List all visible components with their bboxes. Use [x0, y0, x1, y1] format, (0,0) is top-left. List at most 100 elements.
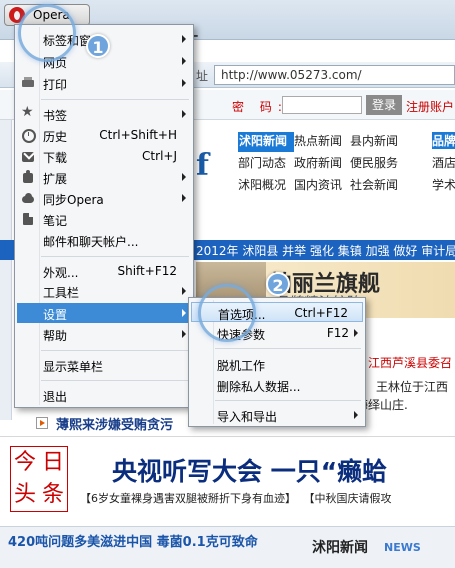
- password-label: 密 码:: [232, 100, 288, 114]
- badge-char: 今: [13, 450, 36, 475]
- submenu-arrow-icon: [182, 194, 186, 202]
- menu-item-label: 打印: [43, 78, 68, 92]
- menu-item-label: 外观...: [43, 266, 79, 280]
- menu-item-shortcut: Ctrl+J: [142, 149, 177, 163]
- nav-link[interactable]: 沭阳概况: [238, 176, 294, 196]
- menu-item-toolbars[interactable]: 工具栏: [17, 281, 191, 301]
- step-2-badge: 2: [266, 272, 290, 296]
- menu-item-sync[interactable]: 同步Opera: [17, 188, 191, 208]
- submenu-arrow-icon: [182, 79, 186, 87]
- menu-separator: [215, 348, 361, 349]
- submenu-arrow-icon: [354, 329, 358, 337]
- menu-item-label: 笔记: [43, 214, 68, 228]
- bottom-headline-link[interactable]: 420吨问题多美滋进中国 毒菌0.1克可致命: [8, 531, 258, 550]
- menu-item-work-offline[interactable]: 脱机工作: [191, 354, 363, 374]
- sub-headline-link[interactable]: 【中秋国庆请假攻: [304, 492, 392, 505]
- download-icon: [21, 149, 35, 163]
- nav-row: 沭阳概况 国内资讯 社会新闻: [238, 176, 406, 196]
- submenu-arrow-icon: [182, 173, 186, 181]
- menu-item-delete-private-data[interactable]: 删除私人数据...: [191, 375, 363, 395]
- menu-separator: [41, 256, 189, 257]
- step-1-highlight-ring: [18, 4, 76, 62]
- menu-item-label: 导入和导出: [217, 410, 278, 424]
- menu-item-shortcut: Shift+F12: [117, 264, 177, 278]
- play-icon: [36, 417, 48, 429]
- nav-link[interactable]: 部门动态: [238, 154, 294, 174]
- address-label: 址: [196, 69, 209, 83]
- section-title: 沭阳新闻: [312, 540, 368, 556]
- nav-row: 沭阳新闻 热点新闻 县内新闻: [238, 132, 406, 152]
- menu-item-label: 显示菜单栏: [43, 360, 104, 374]
- nav-side-link[interactable]: 酒店: [432, 154, 455, 171]
- nav-link[interactable]: 热点新闻: [294, 132, 350, 152]
- menu-item-label: 设置: [43, 308, 68, 322]
- menu-item-appearance[interactable]: 外观... Shift+F12: [17, 261, 191, 281]
- nav-link[interactable]: 政府新闻: [294, 154, 350, 174]
- menu-item-import-export[interactable]: 导入和导出: [191, 405, 363, 425]
- badge-char: 日: [41, 450, 64, 475]
- menu-item-downloads[interactable]: 下载 Ctrl+J: [17, 146, 191, 166]
- menu-item-show-menubar[interactable]: 显示菜单栏: [17, 355, 191, 375]
- menu-separator: [41, 380, 189, 381]
- menu-separator: [215, 400, 361, 401]
- submenu-arrow-icon: [182, 35, 186, 43]
- divider: [0, 436, 455, 437]
- clock-icon: [21, 128, 36, 143]
- nav-link[interactable]: 便民服务: [350, 154, 406, 174]
- menu-item-label: 历史: [43, 130, 68, 144]
- menu-item-help[interactable]: 帮助: [17, 324, 191, 344]
- submenu-arrow-icon: [182, 287, 186, 295]
- submenu-arrow-icon: [354, 411, 358, 419]
- menu-separator: [41, 99, 189, 100]
- login-button[interactable]: 登录: [366, 95, 402, 115]
- menu-item-notes[interactable]: 笔记: [17, 209, 191, 229]
- nav-side-link[interactable]: 品牌: [432, 132, 455, 149]
- puzzle-icon: [21, 170, 35, 184]
- nav-side-link[interactable]: 学术: [432, 176, 455, 193]
- menu-item-label: 下载: [43, 151, 68, 165]
- menu-separator: [41, 350, 189, 351]
- menu-item-shortcut: F12: [326, 326, 349, 340]
- step-2-highlight-ring: [198, 284, 256, 342]
- top-headline[interactable]: 央视听写大会 一只“癞蛤: [112, 452, 387, 488]
- register-link[interactable]: 注册账户: [406, 98, 454, 115]
- nav-link[interactable]: 沭阳新闻: [238, 132, 294, 152]
- announcement-text[interactable]: 2012年 沭阳县 并举 强化 集镇 加强 做好 审计局: [196, 242, 455, 259]
- menu-item-label: 帮助: [43, 329, 68, 343]
- submenu-arrow-icon: [182, 110, 186, 118]
- printer-icon: [21, 76, 35, 90]
- menu-item-print[interactable]: 打印: [17, 73, 191, 93]
- url-input[interactable]: http://www.05273.com/: [214, 65, 455, 85]
- news-headline-link[interactable]: 江西芦溪县委召: [368, 354, 452, 371]
- opera-main-menu: 标签和窗口 网页 打印 书签 历史 Ctrl+Shift+H 下载 Ctrl+J…: [14, 24, 194, 408]
- cloud-icon: [21, 191, 35, 205]
- bottom-news-bar: 420吨问题多美滋进中国 毒菌0.1克可致命 沭阳新闻 NEWS: [0, 526, 455, 568]
- menu-item-label: 删除私人数据...: [217, 380, 301, 394]
- ticker-headline[interactable]: 薄熙来涉嫌受贿贪污: [56, 414, 173, 433]
- nav-link[interactable]: 社会新闻: [350, 176, 406, 196]
- sub-headline-link[interactable]: 【6岁女童裸身遇害双腿被掰折下身有血迹】: [80, 492, 296, 505]
- toutiao-badge: 今 日 头 条: [10, 446, 68, 512]
- news-snippet: 王林位于江西: [376, 380, 449, 394]
- menu-item-settings[interactable]: 设置: [17, 303, 191, 323]
- submenu-arrow-icon: [182, 309, 186, 317]
- menu-item-extensions[interactable]: 扩展: [17, 167, 191, 187]
- menu-item-exit[interactable]: 退出: [17, 385, 191, 405]
- menu-item-shortcut: Ctrl+F12: [294, 306, 348, 320]
- menu-item-label: 书签: [43, 109, 68, 123]
- menu-item-mail-chat[interactable]: 邮件和聊天帐户...: [17, 230, 191, 250]
- menu-item-bookmarks[interactable]: 书签: [17, 104, 191, 124]
- menu-item-label: 工具栏: [43, 286, 80, 300]
- news-ticker: 薄熙来涉嫌受贿贪污: [10, 412, 196, 434]
- menu-item-label: 扩展: [43, 172, 68, 186]
- nav-link[interactable]: 县内新闻: [350, 132, 406, 152]
- menu-item-label: 同步Opera: [43, 193, 104, 207]
- step-1-badge: 1: [86, 34, 110, 58]
- submenu-arrow-icon: [182, 57, 186, 65]
- note-icon: [21, 212, 35, 226]
- sub-headlines: 【6岁女童裸身遇害双腿被掰折下身有血迹】 【中秋国庆请假攻: [80, 490, 392, 506]
- nav-link[interactable]: 国内资讯: [294, 176, 350, 196]
- submenu-arrow-icon: [182, 330, 186, 338]
- menu-item-history[interactable]: 历史 Ctrl+Shift+H: [17, 125, 191, 145]
- password-input[interactable]: [282, 96, 362, 114]
